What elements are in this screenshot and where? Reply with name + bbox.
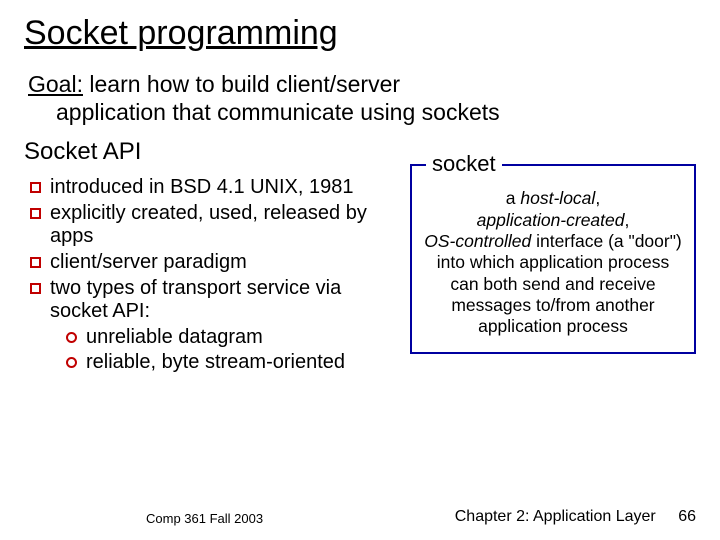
sub-bullet-text: unreliable datagram: [86, 326, 263, 348]
socket-em: OS-controlled: [424, 231, 531, 251]
goal-text: Goal: learn how to build client/server a…: [24, 71, 696, 126]
socket-em: application-created: [477, 210, 625, 230]
socket-box-body: a host-local, application-created, OS-co…: [422, 188, 684, 337]
list-item: explicitly created, used, released by ap…: [30, 202, 374, 249]
slide-title: Socket programming: [24, 14, 696, 53]
socket-em: host-local: [520, 188, 595, 208]
square-bullet-icon: [30, 257, 41, 268]
circle-bullet-icon: [66, 357, 77, 368]
bullet-text: client/server paradigm: [50, 251, 247, 273]
square-bullet-icon: [30, 182, 41, 193]
bullet-text: two types of transport service via socke…: [50, 277, 341, 323]
list-item: two types of transport service via socke…: [30, 277, 374, 375]
footer-chapter: Chapter 2: Application Layer 66: [455, 508, 696, 526]
socket-definition-box: socket a host-local, application-created…: [410, 164, 696, 353]
api-heading: Socket API: [24, 138, 374, 166]
goal-body-2: application that communicate using socke…: [28, 99, 500, 127]
socket-text: ,: [625, 210, 630, 230]
list-item: reliable, byte stream-oriented: [66, 351, 374, 375]
socket-text: a: [506, 188, 521, 208]
list-item: introduced in BSD 4.1 UNIX, 1981: [30, 176, 374, 200]
socket-box-label: socket: [426, 151, 502, 177]
bullet-text: explicitly created, used, released by ap…: [50, 202, 367, 248]
bullet-text: introduced in BSD 4.1 UNIX, 1981: [50, 176, 354, 198]
sub-bullet-text: reliable, byte stream-oriented: [86, 351, 345, 373]
bullet-list: introduced in BSD 4.1 UNIX, 1981 explici…: [24, 176, 374, 375]
list-item: client/server paradigm: [30, 251, 374, 275]
list-item: unreliable datagram: [66, 326, 374, 350]
goal-body-1: learn how to build client/server: [83, 71, 400, 97]
square-bullet-icon: [30, 283, 41, 294]
goal-label: Goal:: [28, 71, 83, 97]
socket-text: ,: [595, 188, 600, 208]
footer-chapter-text: Chapter 2: Application Layer: [455, 508, 656, 525]
footer-course: Comp 361 Fall 2003: [146, 511, 263, 526]
sub-bullet-list: unreliable datagram reliable, byte strea…: [50, 326, 374, 375]
square-bullet-icon: [30, 208, 41, 219]
page-number: 66: [678, 508, 696, 526]
circle-bullet-icon: [66, 332, 77, 343]
